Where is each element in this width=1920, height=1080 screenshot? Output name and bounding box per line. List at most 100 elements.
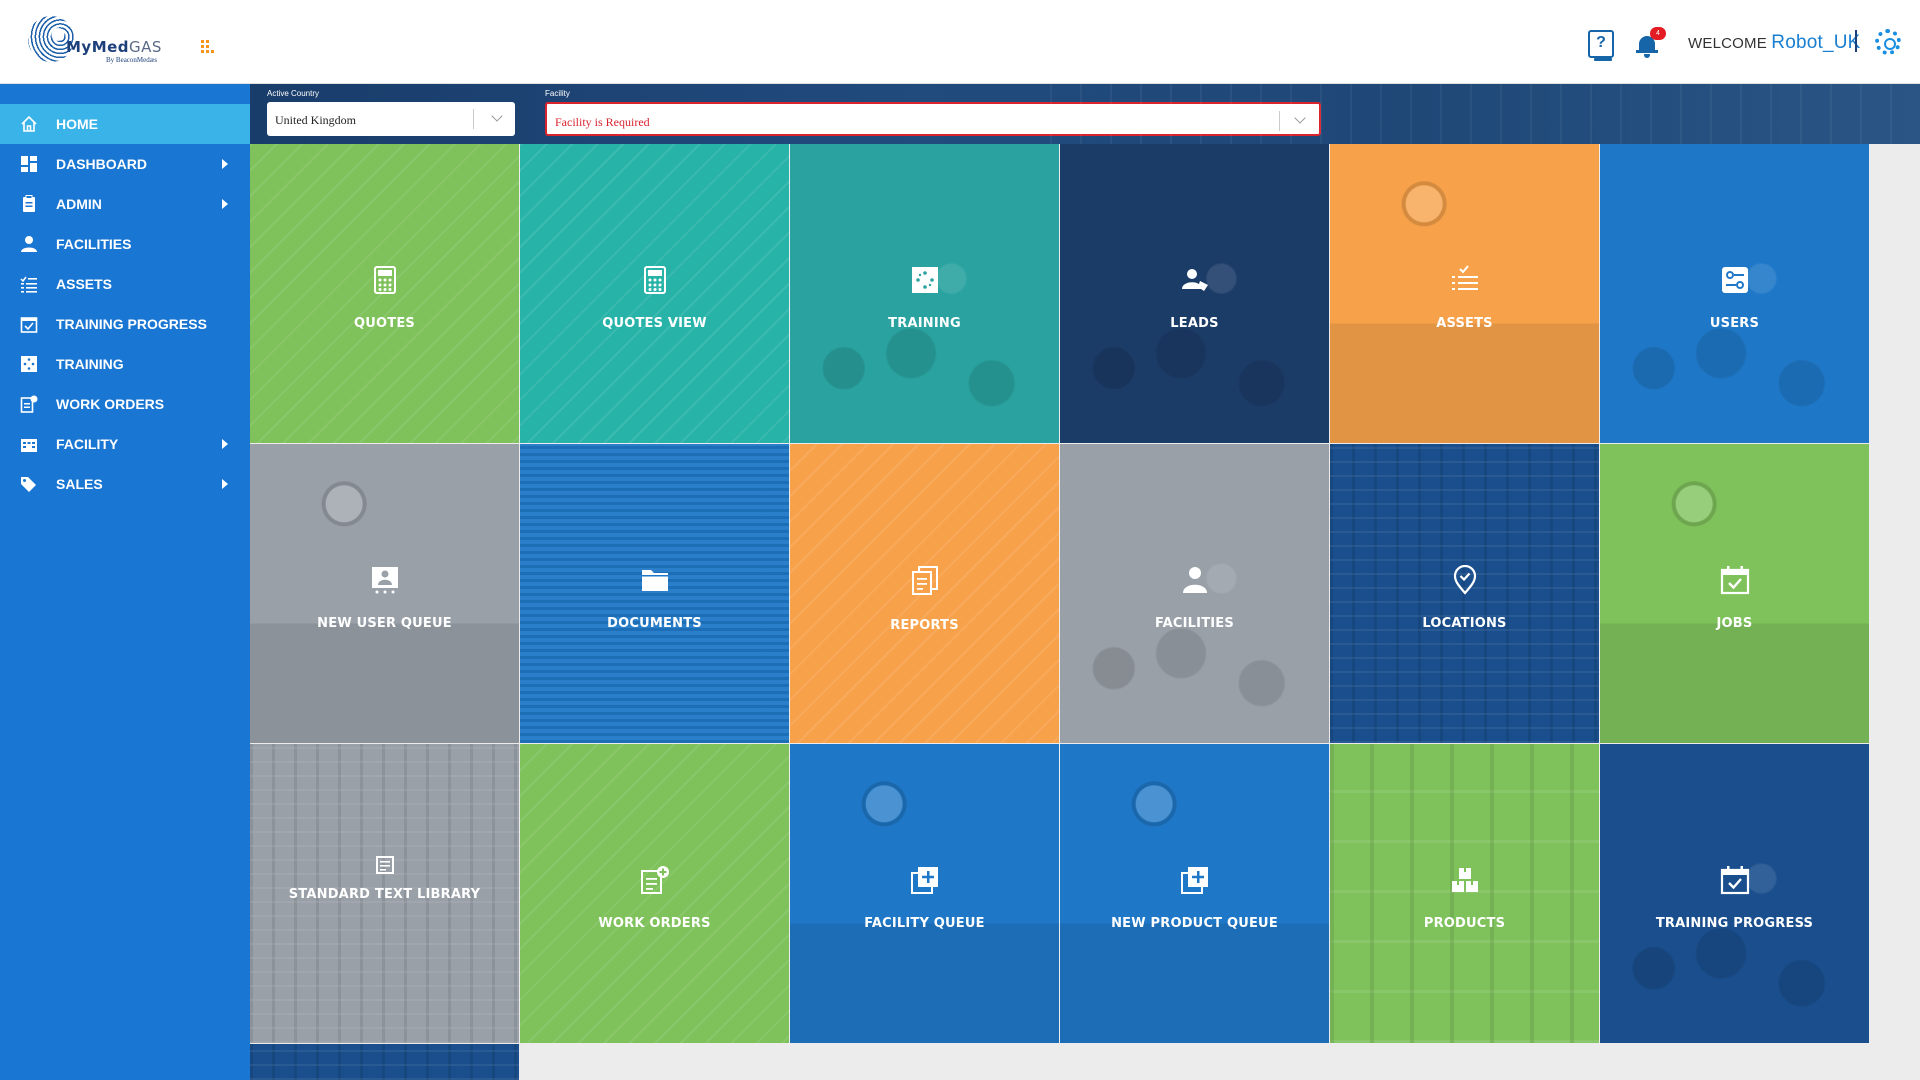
reports-icon [911,566,938,595]
select-divider [473,109,474,129]
tile-label: REPORTS [890,618,959,633]
sidebar-item-facilities[interactable]: FACILITIES [0,224,250,264]
sidebar-item-label: SALES [56,476,103,492]
sidebar-item-label: ASSETS [56,276,113,292]
sidebar-item-sales[interactable]: SALES [0,464,250,504]
tile-standard-text-library[interactable]: STANDARD TEXT LIBRARY [250,744,519,1043]
facility-label: Facility [545,89,570,98]
chevron-right-icon [222,159,228,169]
training-icon [21,356,37,372]
logo-text-primary: MyMed [66,38,130,56]
gear-icon[interactable] [1875,29,1901,55]
country-select[interactable]: United Kingdom [267,102,515,136]
tile-new-user-queue[interactable]: NEW USER QUEUE [250,444,519,743]
username[interactable]: Robot_UK [1771,32,1860,53]
apps-grid-icon[interactable] [201,40,217,56]
tile-training[interactable]: TRAINING [790,144,1059,443]
sidebar-item-label: ADMIN [56,196,102,212]
person-icon [21,236,37,252]
sidebar-item-assets[interactable]: ASSETS [0,264,250,304]
boxes-icon [1451,868,1478,892]
sidebar-item-admin[interactable]: ADMIN [0,184,250,224]
calculator-icon [643,266,666,294]
sidebar-item-home[interactable]: HOME [0,104,250,144]
top-header: MyMedGAS By BeaconMedæs ? 4 WELCOME Robo… [0,0,1920,84]
tile-quotes[interactable]: QUOTES [250,144,519,443]
tile-leads[interactable]: LEADS [1060,144,1329,443]
sidebar-item-work-orders[interactable]: WORK ORDERS [0,384,250,424]
country-value: United Kingdom [275,113,356,127]
tile-label: DOCUMENTS [607,616,702,631]
folder-icon [641,570,668,591]
building-icon [21,439,37,452]
tile-label: NEW USER QUEUE [317,616,452,631]
tile-label: ASSETS [1436,316,1493,331]
tile-label: QUOTES VIEW [602,316,707,331]
sidebar-item-label: FACILITY [56,436,119,452]
checklist-icon [20,276,37,293]
tile-label: USERS [1709,316,1760,331]
calendar-check-icon [1720,566,1749,595]
dashboard-icon [21,156,37,172]
facility-value: Facility is Required [555,115,650,129]
sidebar-item-label: HOME [56,116,98,132]
tile-quotes-view[interactable]: QUOTES VIEW [520,144,789,443]
tile-partial[interactable] [250,1044,519,1080]
calculator-icon [373,266,396,294]
tile-facility-queue[interactable]: FACILITY QUEUE [790,744,1059,1043]
add-queue-icon [910,867,938,894]
tile-label: JOBS [1716,616,1753,631]
chevron-down-icon[interactable] [491,110,503,122]
tags-icon [21,477,36,492]
tile-assets[interactable]: ASSETS [1330,144,1599,443]
clipboard-icon [23,195,35,212]
welcome-message: WELCOME Robot_UK [1688,32,1861,54]
tile-facilities[interactable]: FACILITIES [1060,444,1329,743]
location-pin-icon [1453,565,1476,595]
tile-users[interactable]: USERS [1600,144,1869,443]
tile-new-product-queue[interactable]: NEW PRODUCT QUEUE [1060,744,1329,1043]
sidebar-item-label: TRAINING PROGRESS [56,316,207,332]
header-divider [1855,30,1857,52]
calendar-check-icon [20,317,38,333]
select-divider [1279,111,1280,131]
training-icon [911,267,938,293]
tile-label: WORK ORDERS [598,916,711,931]
sidebar-item-facility[interactable]: FACILITY [0,424,250,464]
document-icon [375,856,394,874]
help-book-icon[interactable]: ? [1588,30,1614,61]
tile-reports[interactable]: REPORTS [790,444,1059,743]
filter-bar: Active Country United Kingdom Facility F… [250,84,1920,144]
tile-label: STANDARD TEXT LIBRARY [288,887,481,902]
mymedgas-logo[interactable]: MyMedGAS By BeaconMedæs [28,16,178,68]
chevron-right-icon [222,479,228,489]
bell-icon[interactable]: 4 [1634,27,1666,58]
sidebar-item-dashboard[interactable]: DASHBOARD [0,144,250,184]
country-label: Active Country [267,89,320,98]
sidebar-item-label: DASHBOARD [56,156,147,172]
tile-locations[interactable]: LOCATIONS [1330,444,1599,743]
tile-products[interactable]: PRODUCTS [1330,744,1599,1043]
tile-jobs[interactable]: JOBS [1600,444,1869,743]
calendar-check-icon [1720,866,1749,895]
facility-select[interactable]: Facility is Required [545,102,1321,136]
tile-documents[interactable]: DOCUMENTS [520,444,789,743]
person-icon [1182,567,1207,593]
add-queue-icon [1180,867,1208,894]
tile-label: LOCATIONS [1422,616,1507,631]
tile-work-orders[interactable]: WORK ORDERS [520,744,789,1043]
chevron-down-icon[interactable] [1294,112,1306,124]
chevron-right-icon [222,199,228,209]
sidebar-item-training[interactable]: TRAINING [0,344,250,384]
logo-text: MyMedGAS [66,38,162,56]
tile-label: PRODUCTS [1423,916,1506,931]
sidebar-item-training-progress[interactable]: TRAINING PROGRESS [0,304,250,344]
tile-label: QUOTES [354,316,415,331]
logo-text-secondary: GAS [129,38,162,56]
tile-training-progress[interactable]: TRAINING PROGRESS [1600,744,1869,1043]
tile-label: LEADS [1170,316,1219,331]
sidebar: HOME DASHBOARD ADMIN FACILITIES ASSETS T… [0,84,250,1080]
sidebar-item-label: TRAINING [56,356,124,372]
work-order-icon [20,395,38,413]
tile-label: NEW PRODUCT QUEUE [1111,916,1278,931]
